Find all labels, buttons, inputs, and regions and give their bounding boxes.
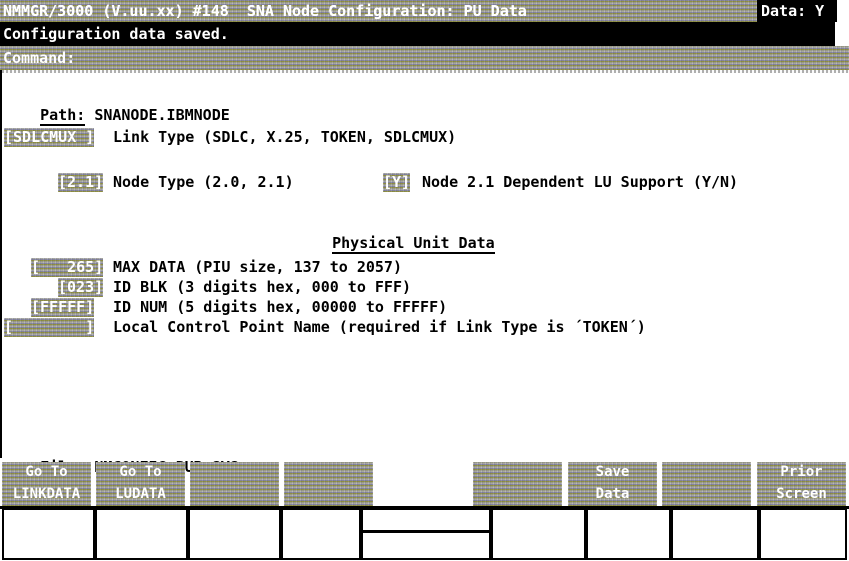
function-key-4-line1 [284, 462, 373, 484]
function-key-8[interactable]: Prior Screen [757, 462, 846, 506]
max-data-field[interactable]: [ 265] [31, 258, 104, 277]
function-key-2-line1: Go To [119, 464, 162, 480]
function-key-4-line2 [284, 484, 373, 506]
node-type-label: Node Type (2.0, 2.1) [113, 173, 294, 191]
command-label: Command: [3, 49, 76, 67]
function-key-5-line2 [473, 484, 562, 506]
id-blk-field[interactable]: [023] [58, 278, 104, 297]
dependent-lu-field[interactable]: [Y] [383, 173, 411, 192]
function-key-4[interactable] [284, 462, 373, 506]
path-value: SNANODE.IBMNODE [94, 106, 230, 124]
function-key-7-line2 [662, 484, 751, 506]
bottom-box-1[interactable] [2, 508, 95, 560]
terminal-screen: NMMGR/3000 (V.uu.xx) #148 SNA Node Confi… [0, 0, 849, 561]
link-type-label: Link Type (SDLC, X.25, TOKEN, SDLCMUX) [113, 128, 457, 146]
bottom-box-2[interactable] [95, 508, 188, 560]
bottom-box-5[interactable] [361, 508, 491, 560]
function-key-bar: Go To LINKDATA Go To LUDATA Save Data Pr… [0, 462, 849, 506]
function-key-3-line1 [190, 462, 279, 484]
function-key-3[interactable] [190, 462, 279, 506]
dependent-lu-label: Node 2.1 Dependent LU Support (Y/N) [422, 173, 739, 191]
function-key-2[interactable]: Go To LUDATA [96, 462, 185, 506]
bottom-box-row [0, 508, 849, 561]
id-blk-label: ID BLK (3 digits hex, 000 to FFF) [113, 278, 412, 296]
section-heading: Physical Unit Data [332, 234, 495, 254]
function-key-8-line2: Screen [776, 486, 827, 502]
function-key-6[interactable]: Save Data [568, 462, 657, 506]
local-cp-name-label: Local Control Point Name (required if Li… [113, 318, 646, 336]
path-label: Path: [40, 106, 86, 126]
function-key-5-line1 [473, 462, 562, 484]
bottom-box-9[interactable] [759, 508, 847, 560]
function-key-6-line1: Save [595, 464, 630, 480]
function-key-6-line2: Data [595, 486, 630, 502]
bottom-box-4[interactable] [281, 508, 361, 560]
left-frame-rule [0, 70, 2, 458]
function-key-1[interactable]: Go To LINKDATA [2, 462, 91, 506]
function-key-2-line2: LUDATA [115, 486, 166, 502]
bottom-box-5-divider [363, 530, 489, 533]
link-type-field[interactable]: [SDLCMUX ] [4, 128, 95, 147]
bottom-box-3[interactable] [188, 508, 281, 560]
command-bar[interactable]: Command: [0, 46, 849, 70]
title-bar: NMMGR/3000 (V.uu.xx) #148 SNA Node Confi… [0, 0, 837, 22]
local-cp-name-field[interactable]: [ ] [4, 318, 95, 337]
max-data-label: MAX DATA (PIU size, 137 to 2057) [113, 258, 402, 276]
function-key-8-line1: Prior [780, 464, 823, 480]
bottom-box-6[interactable] [491, 508, 586, 560]
data-indicator: Data: Y [757, 0, 837, 22]
function-key-1-line2: LINKDATA [12, 486, 81, 502]
function-key-3-line2 [190, 484, 279, 506]
command-separator [0, 70, 849, 73]
bottom-box-7[interactable] [586, 508, 671, 560]
id-num-field[interactable]: [FFFFF] [31, 298, 95, 317]
path-spacer [85, 106, 94, 124]
bottom-box-8[interactable] [671, 508, 759, 560]
node-type-field[interactable]: [2.1] [58, 173, 104, 192]
function-key-7-line1 [662, 462, 751, 484]
function-key-1-line1: Go To [25, 464, 68, 480]
function-key-7[interactable] [662, 462, 751, 506]
id-num-label: ID NUM (5 digits hex, 00000 to FFFFF) [113, 298, 448, 316]
status-message: Configuration data saved. [0, 22, 835, 46]
function-key-5[interactable] [473, 462, 562, 506]
title-text: NMMGR/3000 (V.uu.xx) #148 SNA Node Confi… [3, 2, 527, 20]
